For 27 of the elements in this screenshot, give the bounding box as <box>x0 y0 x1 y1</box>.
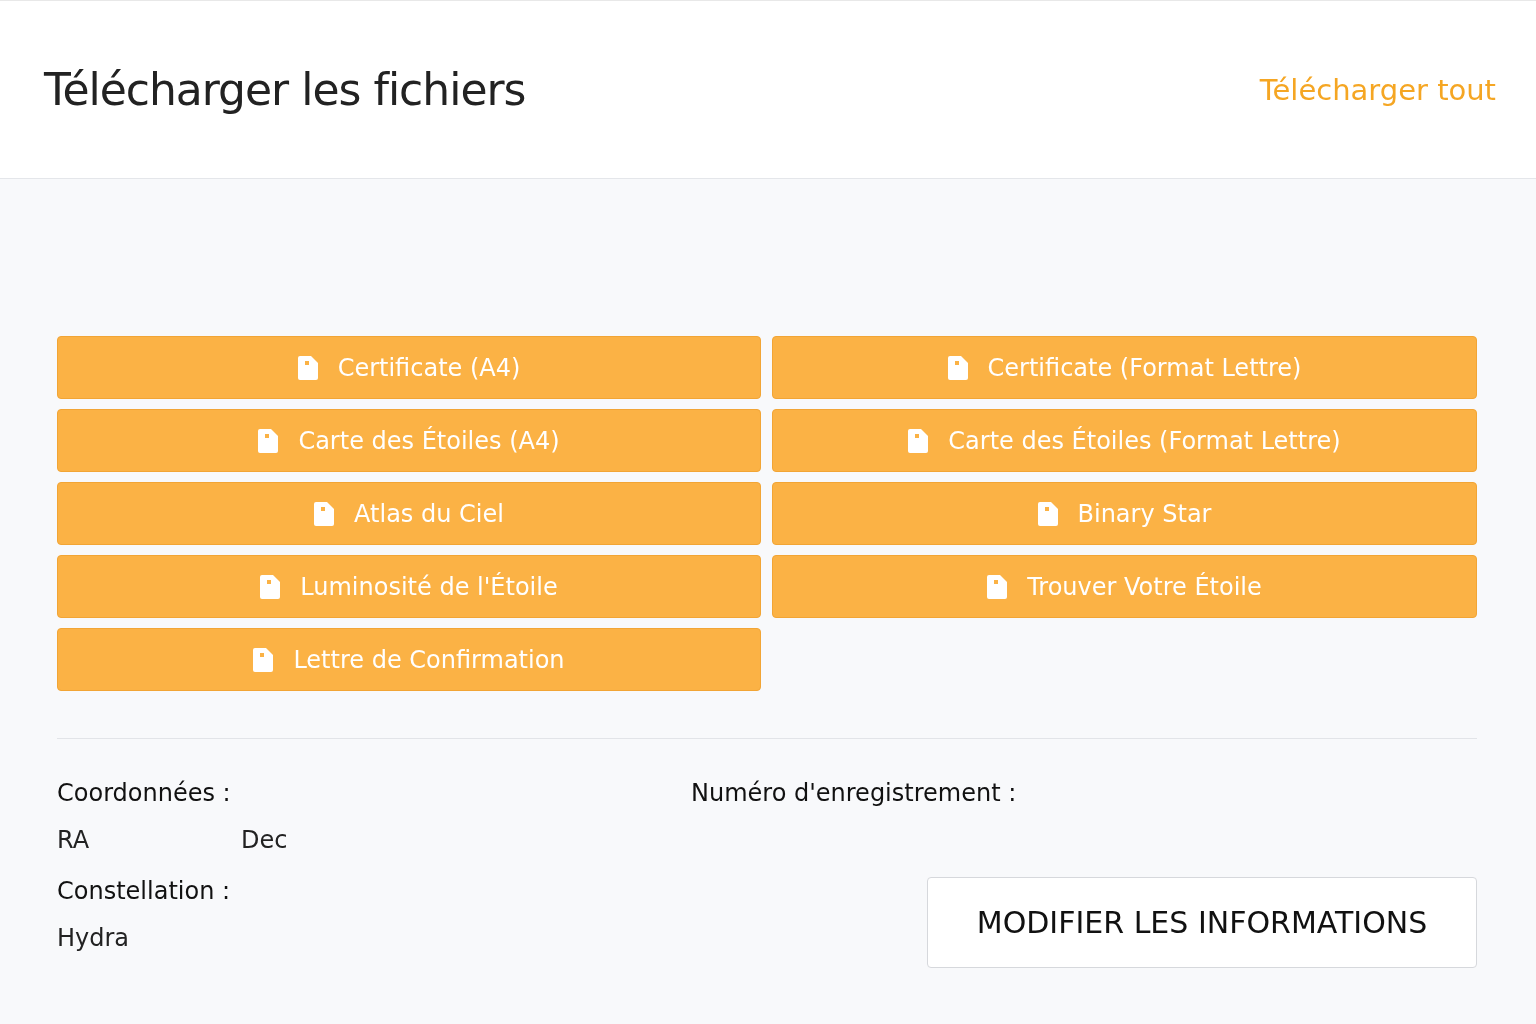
file-download-button[interactable]: Trouver Votre Étoile <box>772 555 1477 618</box>
ra-label: RA <box>57 825 91 856</box>
document-icon <box>253 647 274 672</box>
file-download-button[interactable]: Luminosité de l'Étoile <box>57 555 761 618</box>
constellation-label: Constellation : <box>57 876 232 907</box>
file-download-button[interactable]: Certificate (Format Lettre) <box>772 336 1477 399</box>
file-download-button[interactable]: Binary Star <box>772 482 1477 545</box>
file-download-button[interactable]: Carte des Étoiles (Format Lettre) <box>772 409 1477 472</box>
file-download-button[interactable]: Atlas du Ciel <box>57 482 761 545</box>
file-download-button[interactable]: Carte des Étoiles (A4) <box>57 409 761 472</box>
download-all-link[interactable]: Télécharger tout <box>1259 72 1496 107</box>
document-icon <box>314 501 335 526</box>
page-title: Télécharger les fichiers <box>44 64 526 115</box>
document-icon <box>947 355 968 380</box>
coordinates-label: Coordonnées : <box>57 778 232 809</box>
document-icon <box>1037 501 1058 526</box>
document-icon <box>297 355 318 380</box>
registration-number-label: Numéro d'enregistrement : <box>691 778 1017 809</box>
document-icon <box>260 574 281 599</box>
file-download-button[interactable]: Lettre de Confirmation <box>57 628 761 691</box>
edit-information-button[interactable]: MODIFIER LES INFORMATIONS <box>927 877 1477 968</box>
dec-label: Dec <box>241 825 288 856</box>
document-icon <box>908 428 929 453</box>
document-icon <box>987 574 1008 599</box>
document-icon <box>258 428 279 453</box>
file-download-button[interactable]: Certificate (A4) <box>57 336 761 399</box>
constellation-value: Hydra <box>57 923 131 954</box>
